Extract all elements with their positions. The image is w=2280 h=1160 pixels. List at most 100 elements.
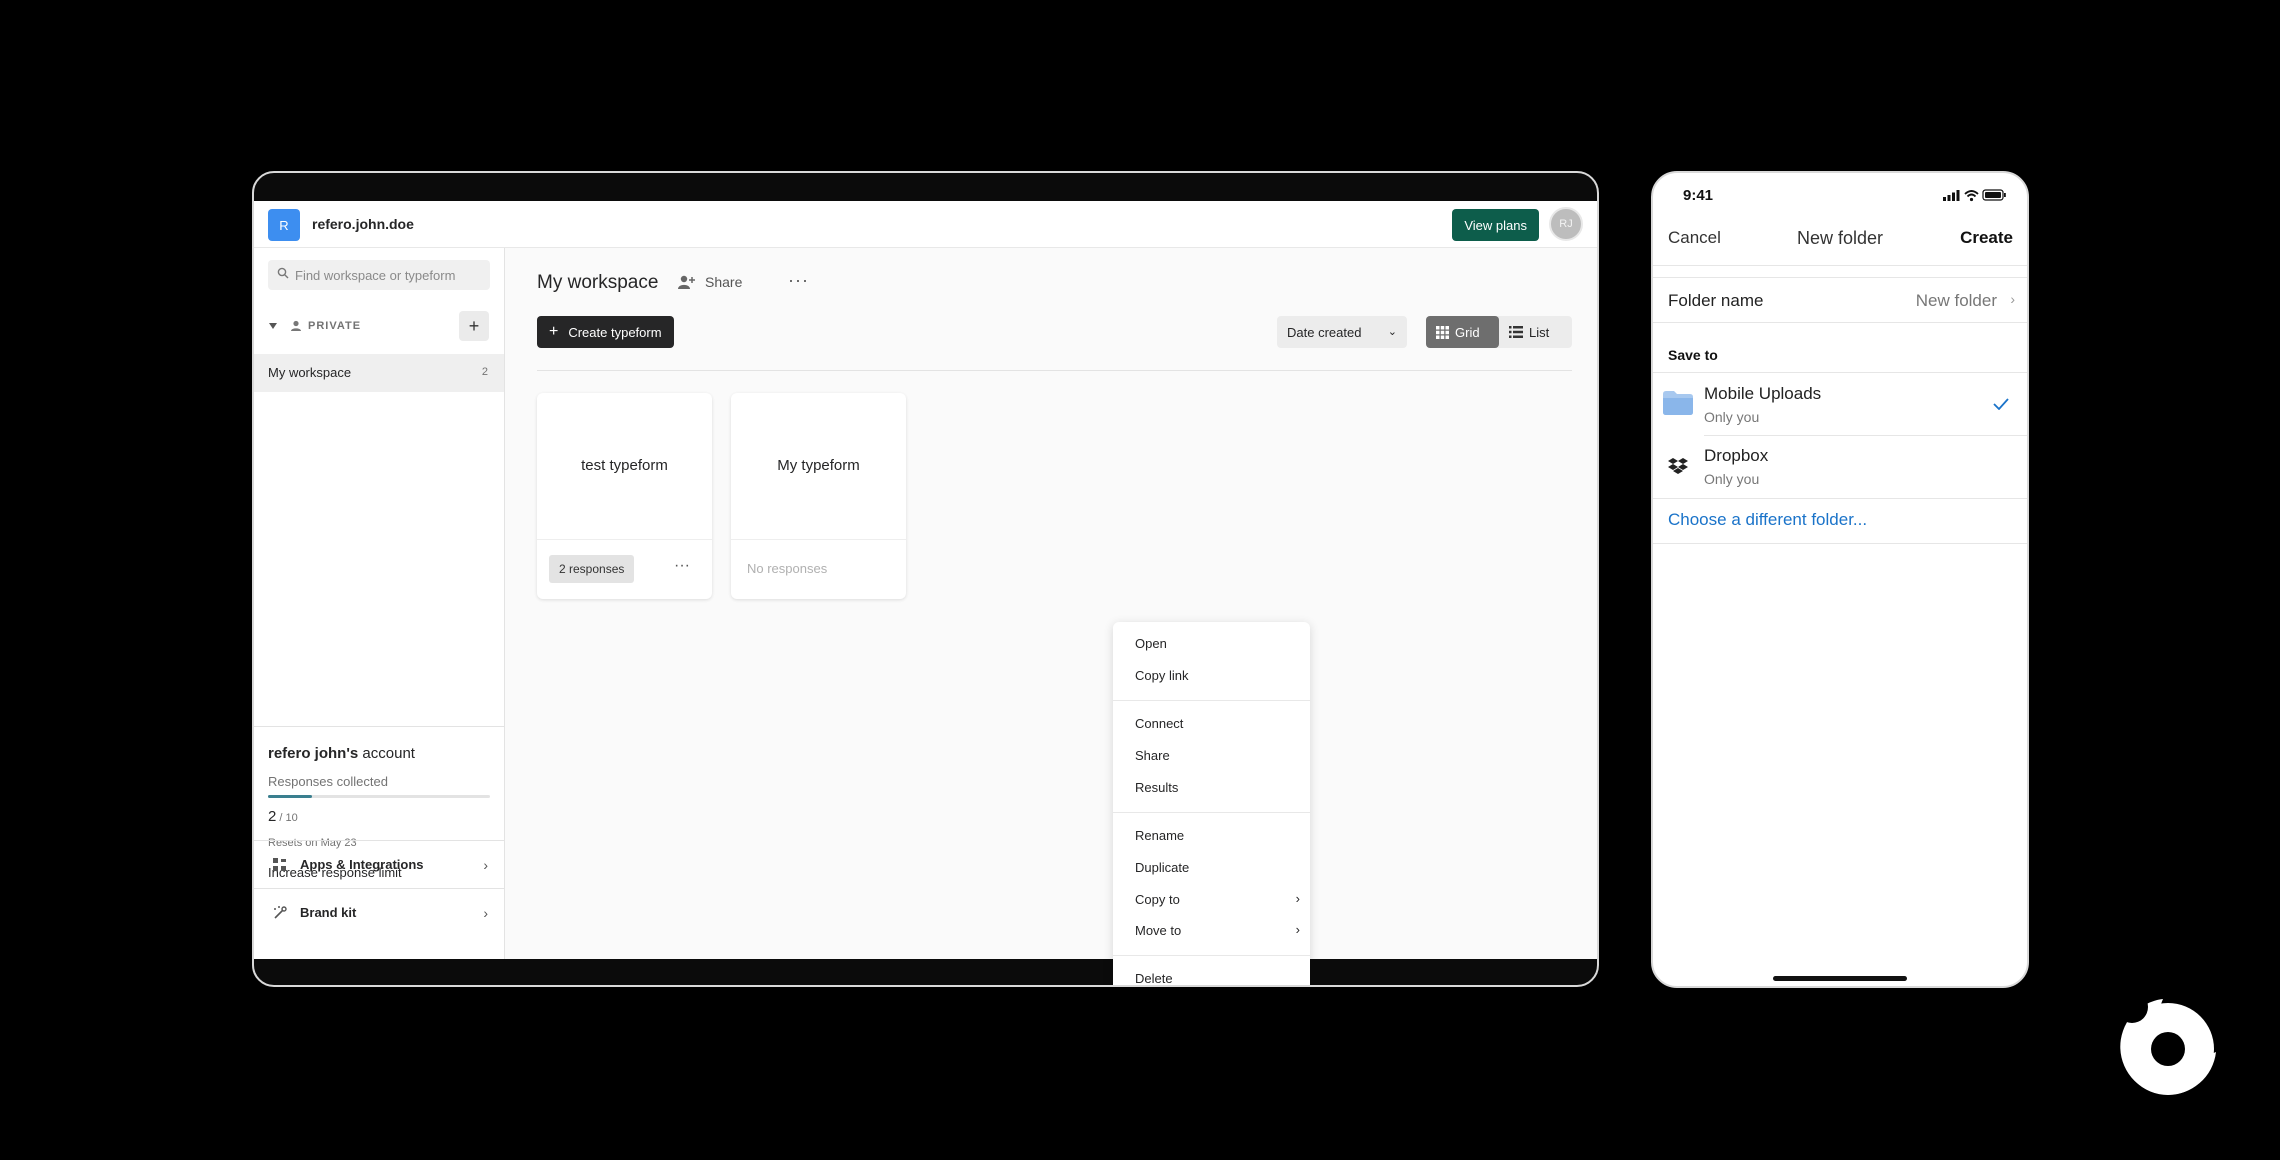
menu-divider [1113, 812, 1310, 813]
create-typeform-label: Create typeform [568, 324, 662, 340]
page-title: My workspace [537, 272, 659, 293]
search-input[interactable] [295, 260, 485, 290]
top-bar: R refero.john.doe View plans RJ [254, 201, 1597, 248]
share-button[interactable]: Share [677, 274, 742, 290]
home-indicator[interactable] [1773, 976, 1907, 981]
sort-dropdown[interactable]: Date created ⌄ [1277, 316, 1407, 348]
plus-icon: + [468, 315, 480, 336]
menu-item-copy-to[interactable]: Copy to [1135, 892, 1180, 907]
typeform-card[interactable]: test typeform 2 responses ··· [537, 393, 712, 599]
menu-item-duplicate[interactable]: Duplicate [1135, 860, 1189, 875]
menu-item-move-to[interactable]: Move to [1135, 923, 1181, 938]
divider [1653, 372, 2027, 373]
brand-kit-link[interactable]: Brand kit › [254, 888, 504, 936]
menu-item-connect[interactable]: Connect [1135, 716, 1183, 731]
list-view-button[interactable]: List [1499, 316, 1572, 348]
folder-name-label: Folder name [1668, 291, 1764, 310]
responses-status: No responses [747, 561, 828, 576]
plus-icon: + [549, 323, 559, 340]
card-title: My typeform [777, 457, 860, 474]
view-toggle: Grid List [1426, 316, 1572, 348]
menu-item-delete[interactable]: Delete [1135, 971, 1173, 985]
menu-item-copy-link[interactable]: Copy link [1135, 668, 1188, 683]
private-section-header[interactable]: PRIVATE [268, 318, 361, 334]
search-icon [277, 267, 289, 279]
sidebar: PRIVATE + My workspace 2 refero john's a… [254, 248, 505, 959]
chevron-right-icon: › [1295, 922, 1300, 937]
apps-integrations-link[interactable]: Apps & Integrations › [254, 840, 504, 888]
responses-collected-label: Responses collected [268, 774, 388, 789]
destination-title[interactable]: Mobile Uploads [1704, 384, 1821, 404]
divider [1704, 435, 2027, 436]
main-area: My workspace Share ··· + Create typeform… [505, 248, 1597, 985]
chevron-right-icon: › [1295, 891, 1300, 906]
card-divider [537, 539, 712, 540]
chevron-down-icon: ⌄ [1387, 326, 1397, 338]
user-avatar[interactable]: RJ [1549, 207, 1583, 241]
sidebar-item-my-workspace[interactable]: My workspace 2 [254, 354, 504, 392]
private-label: PRIVATE [308, 320, 362, 332]
menu-item-share[interactable]: Share [1135, 748, 1170, 763]
menu-divider [1113, 700, 1310, 701]
brand-kit-icon [274, 906, 287, 919]
destination-title[interactable]: Dropbox [1704, 446, 1768, 466]
caret-down-icon [269, 323, 277, 329]
responses-count: 2 / 10 [268, 808, 298, 825]
desktop-window: R refero.john.doe View plans RJ PRIVATE … [252, 171, 1599, 987]
sidebar-item-count: 2 [481, 366, 488, 378]
create-button[interactable]: Create [1960, 228, 2013, 248]
side-link-label: Apps & Integrations [300, 857, 424, 872]
card-divider [731, 539, 906, 540]
view-plans-button[interactable]: View plans [1452, 209, 1539, 241]
divider [537, 370, 1572, 371]
responses-progress-bar [268, 795, 490, 798]
app-area: R refero.john.doe View plans RJ PRIVATE … [254, 201, 1597, 985]
account-panel: refero john's account Responses collecte… [254, 726, 504, 880]
responses-badge[interactable]: 2 responses [549, 555, 635, 583]
grid-icon [1436, 325, 1449, 339]
destination-subtitle: Only you [1704, 409, 1760, 425]
phone-screen: 9:41 Cancel New folder Create Folder nam… [1651, 171, 2029, 988]
folder-icon [1663, 391, 1693, 415]
menu-item-rename[interactable]: Rename [1135, 828, 1184, 843]
account-title: refero john's account [268, 745, 415, 762]
search-box[interactable] [268, 260, 490, 290]
side-link-label: Brand kit [300, 905, 357, 920]
sort-label: Date created [1287, 324, 1362, 340]
list-icon [1509, 326, 1523, 338]
typeform-card[interactable]: My typeform No responses [731, 393, 906, 599]
menu-item-results[interactable]: Results [1135, 780, 1178, 795]
divider [1653, 498, 2027, 499]
workspace-avatar[interactable]: R [268, 209, 300, 241]
divider [1653, 265, 2027, 266]
chevron-right-icon: › [483, 857, 488, 873]
destination-subtitle: Only you [1704, 471, 1760, 487]
card-more-icon[interactable]: ··· [674, 557, 690, 575]
checkmark-icon [1993, 398, 2009, 410]
menu-divider [1113, 955, 1310, 956]
dropbox-icon [1668, 458, 1688, 474]
folder-name-field[interactable]: New folder [1916, 291, 1997, 311]
divider [1653, 277, 2027, 278]
chevron-right-icon: › [2010, 291, 2015, 307]
card-title: test typeform [581, 457, 668, 474]
status-time: 9:41 [1683, 187, 1714, 204]
status-icons [1943, 189, 2006, 202]
sidebar-item-label: My workspace [268, 365, 352, 380]
grid-label: Grid [1455, 324, 1480, 340]
brand-logo-icon [2118, 997, 2216, 1095]
grid-view-button[interactable]: Grid [1426, 316, 1499, 348]
menu-item-open[interactable]: Open [1135, 636, 1167, 651]
add-workspace-button[interactable]: + [459, 311, 489, 341]
apps-icon [273, 858, 286, 871]
person-icon [291, 320, 301, 331]
divider [1653, 543, 2027, 544]
choose-different-folder-link[interactable]: Choose a different folder... [1668, 510, 1867, 530]
workspace-name[interactable]: refero.john.doe [312, 216, 414, 232]
list-label: List [1529, 324, 1550, 340]
more-options-button[interactable]: ··· [788, 270, 809, 291]
add-person-icon [678, 275, 695, 289]
create-typeform-button[interactable]: + Create typeform [537, 316, 674, 348]
stage: R refero.john.doe View plans RJ PRIVATE … [0, 0, 2280, 1160]
divider [1653, 322, 2027, 323]
